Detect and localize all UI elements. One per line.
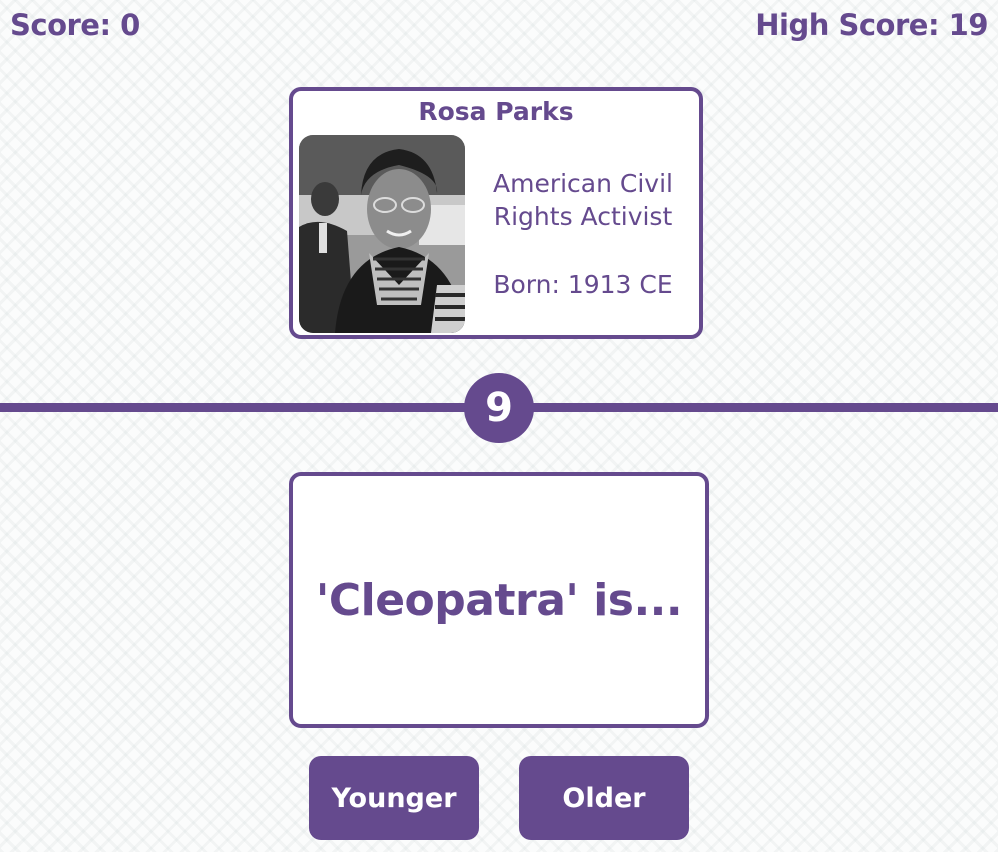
high-score-label: High Score: 19 — [755, 8, 988, 42]
person-description: American Civil Rights Activist — [492, 169, 673, 231]
person-photo — [299, 135, 465, 333]
streak-badge: 9 — [464, 373, 534, 443]
current-person-card: Rosa Parks American Civil Rights Activis… — [289, 87, 703, 339]
older-button[interactable]: Older — [519, 756, 689, 840]
person-name: Rosa Parks — [418, 97, 574, 126]
score-label: Score: 0 — [10, 8, 140, 42]
question-card: 'Cleopatra' is... — [289, 472, 709, 728]
younger-button[interactable]: Younger — [309, 756, 479, 840]
person-birth-year: Born: 1913 CE — [493, 270, 673, 299]
question-text: 'Cleopatra' is... — [315, 574, 683, 626]
